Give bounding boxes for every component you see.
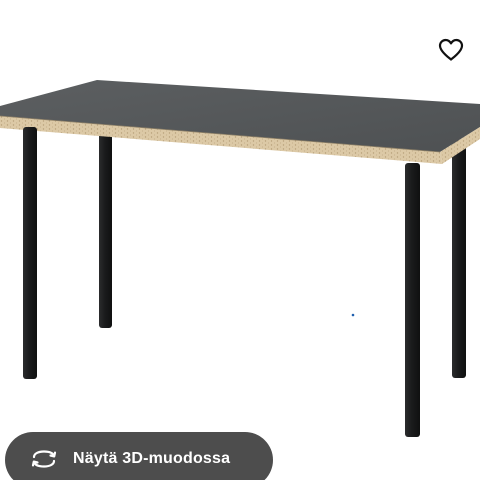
- desk-leg-front-left: [23, 127, 37, 379]
- view-3d-label: Näytä 3D-muodossa: [73, 450, 231, 467]
- desk-leg-back-left: [99, 130, 112, 328]
- desk-leg-back-right: [452, 140, 466, 378]
- favorite-button[interactable]: [432, 31, 470, 69]
- product-image: [0, 80, 480, 437]
- product-image-viewer: Näytä 3D-muodossa: [0, 0, 480, 480]
- view-3d-button[interactable]: Näytä 3D-muodossa: [5, 432, 273, 480]
- view-3d-button-content: Näytä 3D-muodossa: [29, 431, 230, 480]
- desk-leg-front-right: [405, 163, 420, 437]
- rotate-3d-icon: [29, 444, 59, 474]
- heart-icon: [438, 38, 464, 61]
